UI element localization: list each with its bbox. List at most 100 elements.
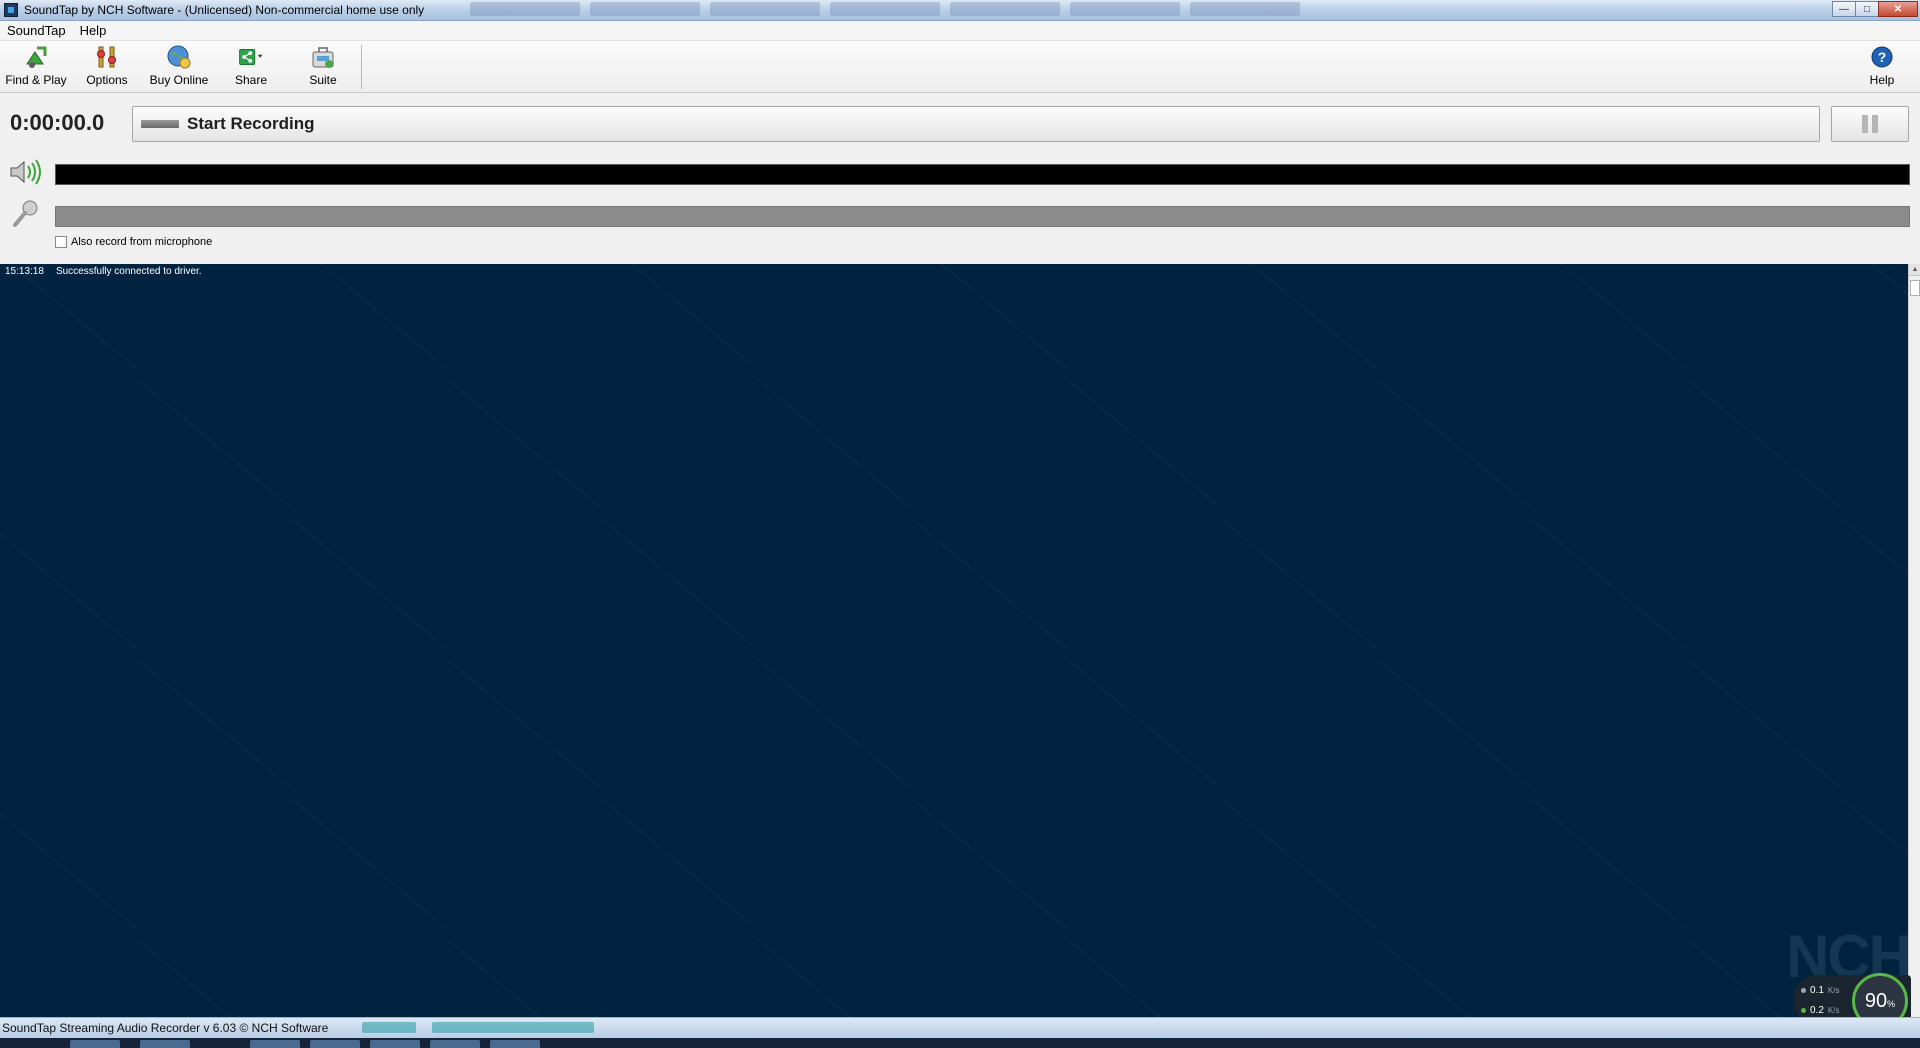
also-record-mic-option[interactable]: Also record from microphone (55, 236, 212, 248)
menu-bar: SoundTap Help (0, 21, 1920, 41)
scroll-thumb[interactable] (1910, 280, 1920, 296)
globe-icon (166, 44, 192, 70)
options-icon (94, 44, 120, 70)
microphone-icon (10, 198, 42, 230)
options-button[interactable]: Options (80, 44, 134, 90)
background-window-tabs (470, 2, 1300, 18)
close-button[interactable]: ✕ (1878, 1, 1918, 17)
watermark-line (758, 379, 912, 510)
help-button[interactable]: ? Help (1862, 44, 1902, 90)
menu-help[interactable]: Help (73, 23, 114, 38)
buy-online-button[interactable]: Buy Online (146, 44, 212, 90)
watermark-line (293, 264, 447, 370)
watermark-line (913, 264, 1067, 370)
find-play-label: Find & Play (5, 73, 67, 87)
watermark-line (138, 379, 292, 510)
download-speed: 0.2 K/s (1801, 1005, 1839, 1016)
window-title: SoundTap by NCH Software - (Unlicensed) … (24, 3, 425, 17)
watermark-line (448, 939, 602, 1017)
watermark-line (1688, 659, 1842, 790)
speaker-icon (8, 157, 44, 187)
watermark-line (293, 799, 447, 930)
share-button[interactable]: Share (226, 44, 276, 90)
soundtap-app-icon[interactable] (4, 3, 18, 17)
watermark-line (1843, 799, 1908, 930)
taskbar-app[interactable] (310, 1040, 360, 1048)
toolbar: Find & Play Options Buy Online Share Sui… (0, 41, 1920, 93)
status-text: SoundTap Streaming Audio Recorder v 6.03… (2, 1021, 329, 1035)
pause-button[interactable] (1831, 106, 1909, 142)
record-bar-icon (141, 120, 179, 128)
watermark-line (1688, 379, 1842, 510)
watermark-line (1843, 519, 1908, 650)
watermark-line (1223, 519, 1377, 650)
status-bar: SoundTap Streaming Audio Recorder v 6.03… (0, 1017, 1920, 1038)
start-recording-button[interactable]: Start Recording (132, 106, 1820, 142)
watermark-line (603, 519, 757, 650)
taskbar-app[interactable] (140, 1040, 190, 1048)
watermark-line (293, 519, 447, 650)
watermark-line (1378, 659, 1532, 790)
watermark-line (603, 799, 757, 930)
pause-icon (1862, 115, 1868, 133)
upload-arrow-icon (1801, 988, 1806, 993)
log-scrollbar[interactable]: ▲ (1908, 264, 1920, 1017)
log-entry-time: 15:13:18 (5, 266, 44, 277)
start-recording-label: Start Recording (187, 114, 315, 133)
watermark-line (758, 939, 912, 1017)
watermark-line (1068, 939, 1222, 1017)
taskbar-app[interactable] (250, 1040, 300, 1048)
taskbar-app[interactable] (430, 1040, 480, 1048)
watermark-line (1533, 799, 1687, 930)
buy-online-label: Buy Online (149, 73, 209, 87)
upload-speed: 0.1 K/s (1801, 985, 1839, 996)
watermark-line (1533, 519, 1687, 650)
suite-label: Suite (309, 73, 337, 87)
suite-button[interactable]: Suite (300, 44, 346, 90)
title-bar: SoundTap by NCH Software - (Unlicensed) … (0, 0, 1920, 21)
watermark-line (1843, 264, 1908, 370)
also-record-mic-checkbox[interactable] (55, 236, 67, 248)
watermark-line (1378, 939, 1532, 1017)
also-record-mic-label: Also record from microphone (71, 236, 213, 248)
scroll-up-arrow-icon[interactable]: ▲ (1909, 264, 1920, 276)
watermark-line (1533, 264, 1687, 370)
watermark-line (758, 659, 912, 790)
taskbar-app[interactable] (490, 1040, 540, 1048)
pause-icon (1872, 115, 1878, 133)
log-entry: 15:13:18 Successfully connected to drive… (5, 266, 202, 277)
watermark-line (0, 519, 137, 650)
find-play-button[interactable]: Find & Play (4, 44, 68, 90)
minimize-button[interactable]: — (1832, 1, 1856, 17)
watermark-line (448, 379, 602, 510)
watermark-line (138, 659, 292, 790)
microphone-level-meter (55, 206, 1910, 227)
log-entry-message: Successfully connected to driver. (55, 266, 202, 277)
menu-soundtap[interactable]: SoundTap (0, 23, 73, 38)
watermark-line (1378, 379, 1532, 510)
watermark-line (1068, 379, 1222, 510)
watermark-line (1223, 264, 1377, 370)
watermark-line (913, 799, 1067, 930)
help-label: Help (1869, 73, 1895, 87)
taskbar-app[interactable] (370, 1040, 420, 1048)
find-play-icon (23, 44, 49, 70)
watermark-line (448, 659, 602, 790)
watermark-line (1068, 659, 1222, 790)
taskbar (0, 1038, 1920, 1048)
watermark-line (913, 519, 1067, 650)
window-controls: — □ ✕ (1832, 1, 1918, 17)
share-label: Share (234, 73, 268, 87)
watermark-line (603, 264, 757, 370)
taskbar-app[interactable] (70, 1040, 120, 1048)
recording-timer: 0:00:00.0 (10, 110, 105, 135)
watermark-line (0, 799, 137, 930)
download-arrow-icon (1801, 1008, 1806, 1013)
help-icon: ? (1869, 44, 1895, 70)
options-label: Options (86, 73, 128, 87)
watermark-line (138, 939, 292, 1017)
suite-icon (310, 44, 336, 70)
log-panel[interactable]: 15:13:18 Successfully connected to drive… (0, 264, 1908, 1017)
maximize-button[interactable]: □ (1855, 1, 1879, 17)
watermark-line (1223, 799, 1377, 930)
